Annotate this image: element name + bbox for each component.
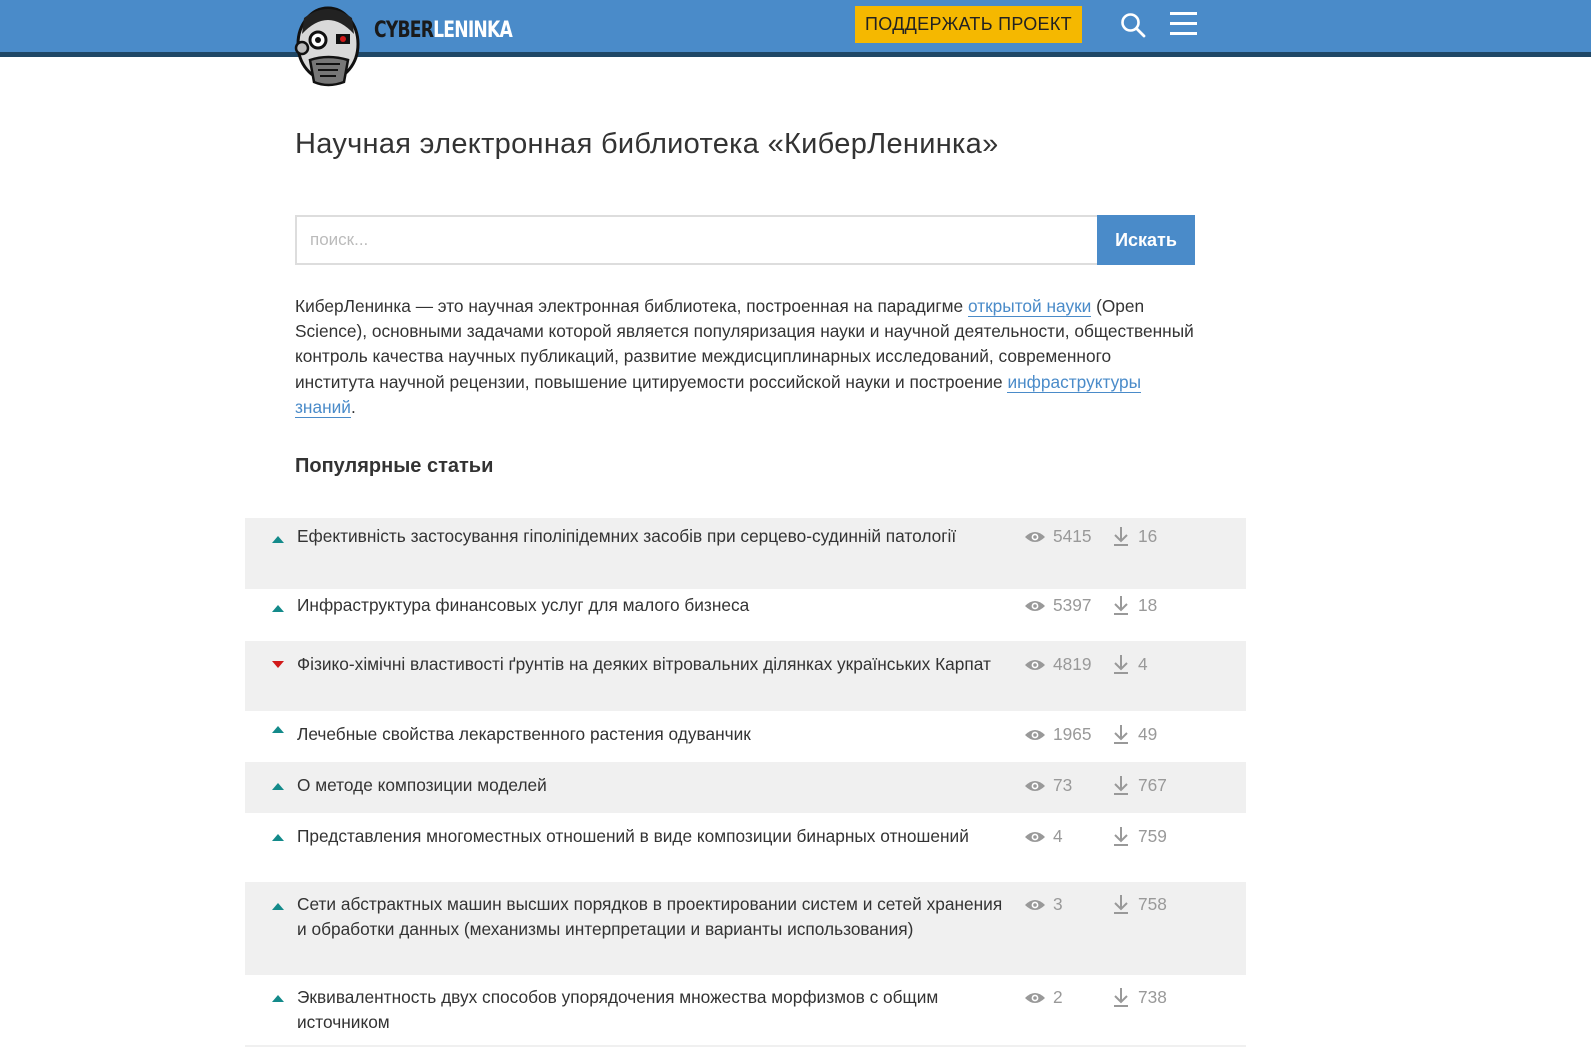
download-icon — [1114, 527, 1128, 546]
download-icon — [1114, 655, 1128, 674]
download-icon — [1114, 827, 1128, 846]
intro-text: КиберЛенинка — это научная электронная б… — [295, 296, 968, 316]
downloads-count: 16 — [1138, 526, 1158, 546]
views-count: 5415 — [1053, 526, 1092, 546]
views-eye-icon — [1025, 730, 1045, 740]
site-header: CYBERLENINKA ПОДДЕРЖАТЬ ПРОЕКТ — [0, 0, 1591, 87]
download-icon — [1114, 596, 1128, 615]
downloads-count: 738 — [1138, 987, 1167, 1007]
views-count: 4 — [1053, 826, 1063, 846]
views-count: 3 — [1053, 894, 1063, 914]
hamburger-menu-icon[interactable] — [1170, 12, 1197, 36]
views-count: 1965 — [1053, 724, 1092, 744]
article-title[interactable]: Эквивалентность двух способов упорядочен… — [297, 985, 1007, 1035]
logo-leninka-text: LENINKA — [433, 18, 513, 43]
list-item[interactable]: Сети абстрактных машин высших порядков в… — [245, 882, 1246, 975]
views-eye-icon — [1025, 601, 1045, 611]
download-icon — [1114, 725, 1128, 744]
article-title[interactable]: О методе композиции моделей — [297, 773, 1007, 798]
views-eye-icon — [1025, 532, 1045, 542]
list-item[interactable]: Ефективність застосування гіполіпідемних… — [245, 518, 1246, 589]
list-item[interactable]: Эквивалентность двух способов упорядочен… — [245, 975, 1246, 1045]
logo-wordmark: CYBERLENINKA — [374, 18, 513, 43]
page-title: Научная электронная библиотека «КиберЛен… — [295, 128, 999, 160]
search-button[interactable]: Искать — [1097, 215, 1195, 265]
intro-text: . — [350, 396, 356, 417]
search-icon[interactable] — [1120, 12, 1146, 38]
download-icon — [1114, 895, 1128, 914]
views-eye-icon — [1025, 993, 1045, 1003]
article-title[interactable]: Фізико-хімічні властивості ґрунтів на де… — [297, 652, 1007, 677]
downloads-count: 759 — [1138, 826, 1167, 846]
trend-up-icon — [272, 834, 284, 841]
downloads-count: 758 — [1138, 894, 1167, 914]
list-item[interactable]: Лечебные свойства лекарственного растени… — [245, 711, 1246, 762]
downloads-count: 18 — [1138, 595, 1158, 615]
trend-up-icon — [272, 605, 284, 612]
article-title[interactable]: Ефективність застосування гіполіпідемних… — [297, 524, 1007, 549]
menu-bar — [1170, 12, 1197, 15]
list-item[interactable]: Инфраструктура финансовых услуг для мало… — [245, 589, 1246, 641]
popular-articles-list: Ефективність застосування гіполіпідемних… — [245, 518, 1246, 1047]
views-count: 4819 — [1053, 654, 1092, 674]
views-count: 2 — [1053, 987, 1063, 1007]
article-title[interactable]: Представления многоместных отношений в в… — [297, 824, 1007, 849]
views-count: 5397 — [1053, 595, 1092, 615]
views-eye-icon — [1025, 660, 1045, 670]
downloads-count: 49 — [1138, 724, 1158, 744]
list-item[interactable]: О методе композиции моделей 73 767 — [245, 762, 1246, 813]
trend-up-icon — [272, 903, 284, 910]
views-eye-icon — [1025, 832, 1045, 842]
downloads-count: 767 — [1138, 775, 1167, 795]
download-icon — [1114, 776, 1128, 795]
open-science-link[interactable]: открытой науки — [967, 296, 1092, 317]
logo-cyber-text: CYBER — [374, 18, 434, 43]
site-logo[interactable]: CYBERLENINKA — [292, 4, 513, 90]
trend-down-icon — [272, 661, 284, 668]
trend-up-icon — [272, 726, 284, 733]
views-eye-icon — [1025, 900, 1045, 910]
search-input[interactable] — [295, 215, 1097, 265]
trend-up-icon — [272, 783, 284, 790]
trend-up-icon — [272, 995, 284, 1002]
menu-bar — [1170, 32, 1197, 35]
article-title[interactable]: Сети абстрактных машин высших порядков в… — [297, 892, 1007, 942]
article-title[interactable]: Инфраструктура финансовых услуг для мало… — [297, 593, 1007, 618]
intro-paragraph: КиберЛенинка — это научная электронная б… — [295, 294, 1195, 420]
list-item[interactable]: Представления многоместных отношений в в… — [245, 813, 1246, 882]
download-icon — [1114, 988, 1128, 1007]
downloads-count: 4 — [1138, 654, 1148, 674]
article-title[interactable]: Лечебные свойства лекарственного растени… — [297, 722, 1007, 747]
list-item[interactable]: Фізико-хімічні властивості ґрунтів на де… — [245, 641, 1246, 711]
views-eye-icon — [1025, 781, 1045, 791]
views-count: 73 — [1053, 775, 1073, 795]
trend-up-icon — [272, 536, 284, 543]
menu-bar — [1170, 22, 1197, 25]
support-project-button[interactable]: ПОДДЕРЖАТЬ ПРОЕКТ — [855, 6, 1082, 43]
popular-articles-heading: Популярные статьи — [295, 455, 494, 477]
lenin-robot-head-icon — [294, 6, 360, 87]
